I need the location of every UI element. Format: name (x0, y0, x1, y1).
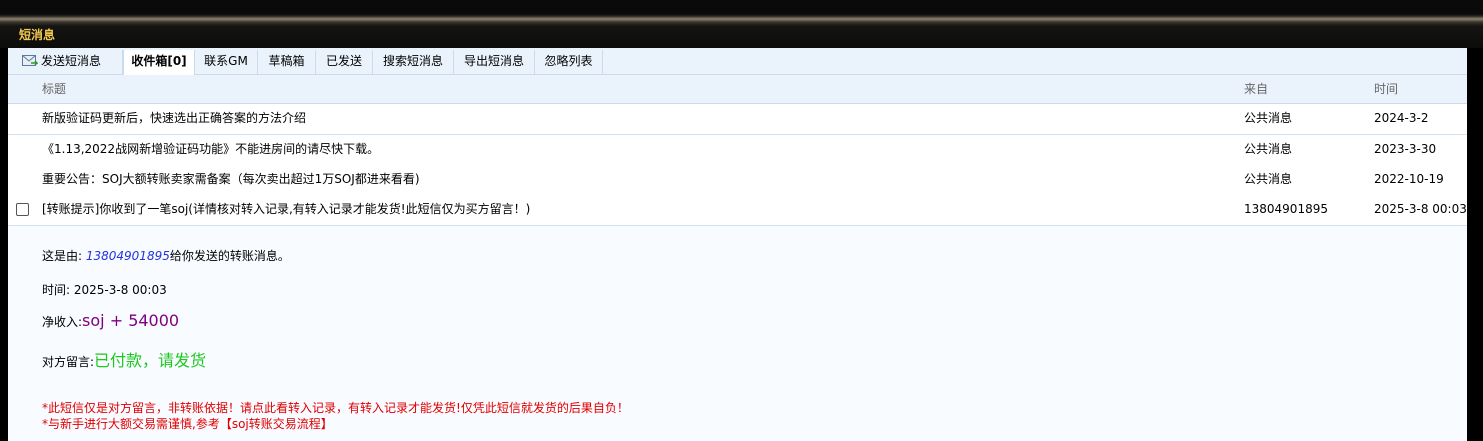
message-time: 2022-10-19 (1374, 172, 1444, 186)
detail-warning-newbie[interactable]: *与新手进行大额交易需谨慎,参考【soj转账交易流程】 (42, 415, 333, 432)
message-subject[interactable]: 新版验证码更新后，快速选出正确答案的方法介绍 (42, 104, 306, 132)
header-time[interactable]: 时间 (1374, 75, 1398, 103)
header-subject[interactable]: 标题 (42, 75, 66, 103)
message-from: 13804901895 (1244, 202, 1328, 216)
table-row[interactable]: 《1.13,2022战网新增验证码功能》不能进房间的请尽快下载。 公共消息 20… (8, 135, 1467, 166)
tab-bar: 发送短消息 收件箱[0] 联系GM 草稿箱 已发送 搜索短消息 导出短消息 忽略… (8, 48, 1467, 75)
right-border (1467, 48, 1483, 441)
header-from[interactable]: 来自 (1244, 75, 1268, 103)
message-select-checkbox[interactable] (16, 203, 29, 216)
message-subject[interactable]: 《1.13,2022战网新增验证码功能》不能进房间的请尽快下载。 (42, 135, 379, 163)
tab-sent[interactable]: 已发送 (316, 50, 373, 74)
window-title: 短消息 (19, 28, 56, 42)
detail-from-line: 这是由: 13804901895给你发送的转账消息。 (42, 247, 290, 264)
table-row[interactable]: 新版验证码更新后，快速选出正确答案的方法介绍 公共消息 2024-3-2 (8, 104, 1467, 135)
tab-inbox[interactable]: 收件箱[0] (123, 50, 195, 75)
tab-contact-gm[interactable]: 联系GM (195, 50, 258, 74)
detail-sender-link[interactable]: 13804901895 (86, 249, 170, 263)
tab-ignore-list[interactable]: 忽略列表 (535, 50, 603, 74)
message-detail: 这是由: 13804901895给你发送的转账消息。 时间: 2025-3-8 … (8, 227, 1467, 441)
left-border (0, 48, 8, 441)
detail-income-line: 净收入:soj + 54000 (42, 311, 179, 330)
message-from: 公共消息 (1244, 111, 1293, 125)
detail-warning-transfer[interactable]: *此短信仅是对方留言，非转账依据！请点此看转入记录，有转入记录才能发货!仅凭此短… (42, 399, 629, 416)
detail-from-prefix: 这是由: (42, 249, 86, 263)
tab-send-label: 发送短消息 (41, 54, 102, 68)
message-time: 2025-3-8 00:03 (1374, 202, 1467, 216)
message-from: 公共消息 (1244, 172, 1293, 186)
message-subject[interactable]: [转账提示]你收到了一笔soj(详情核对转入记录,有转入记录才能发货!此短信仅为… (42, 195, 530, 223)
tab-export[interactable]: 导出短消息 (454, 50, 535, 74)
window-titlebar: 短消息 (0, 0, 1483, 48)
message-from: 公共消息 (1244, 142, 1293, 156)
envelope-send-icon (22, 55, 38, 67)
detail-note-value: 已付款，请发货 (94, 351, 207, 370)
table-header: 标题 来自 时间 (8, 75, 1467, 104)
detail-note-label: 对方留言: (42, 355, 95, 369)
message-subject[interactable]: 重要公告：SOJ大额转账卖家需备案（每次卖出超过1万SOJ都进来看看) (42, 165, 420, 193)
detail-from-suffix: 给你发送的转账消息。 (169, 249, 290, 263)
message-time: 2024-3-2 (1374, 111, 1429, 125)
tab-send-message[interactable]: 发送短消息 (8, 50, 123, 74)
message-panel: 发送短消息 收件箱[0] 联系GM 草稿箱 已发送 搜索短消息 导出短消息 忽略… (8, 48, 1467, 441)
table-row[interactable]: [转账提示]你收到了一笔soj(详情核对转入记录,有转入记录才能发货!此短信仅为… (8, 195, 1467, 226)
table-row[interactable]: 重要公告：SOJ大额转账卖家需备案（每次卖出超过1万SOJ都进来看看) 公共消息… (8, 165, 1467, 196)
message-time: 2023-3-30 (1374, 142, 1437, 156)
detail-note-line: 对方留言:已付款，请发货 (42, 347, 206, 371)
detail-time: 时间: 2025-3-8 00:03 (42, 283, 167, 297)
detail-income-value: soj + 54000 (82, 311, 180, 330)
tab-drafts[interactable]: 草稿箱 (258, 50, 316, 74)
detail-income-label: 净收入: (42, 315, 83, 329)
tab-search[interactable]: 搜索短消息 (373, 50, 454, 74)
